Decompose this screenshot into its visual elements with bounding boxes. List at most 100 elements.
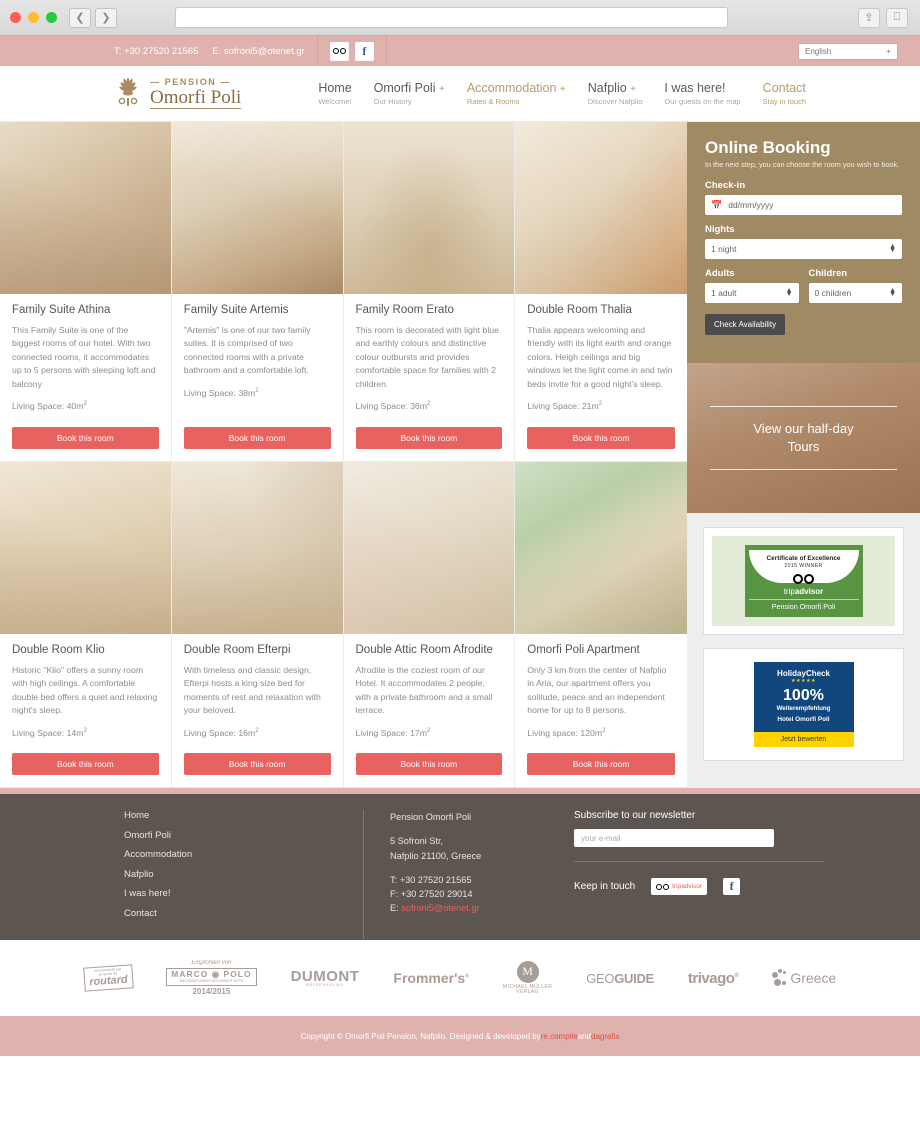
minimize-window-button[interactable] [28, 12, 39, 23]
room-photo [171, 461, 343, 634]
footer-link-contact[interactable]: Contact [124, 908, 343, 919]
award-badges: Certificate of Excellence 2015 WINNER tr… [687, 513, 920, 788]
book-this-room-button[interactable]: Book this room [355, 426, 503, 449]
stepper-icon[interactable]: ▲ ▼ [889, 287, 896, 298]
room-description: Thalia appears welcoming and friendly wi… [527, 325, 673, 389]
url-input[interactable] [175, 7, 728, 28]
chrome-actions[interactable]: ⇪ ⎕ [858, 7, 908, 28]
nav-sub-omorfi-poli: Our History [373, 97, 412, 106]
room-card[interactable]: Double Attic Room Afrodite Afrodite is t… [343, 461, 516, 788]
stepper-icon[interactable]: ▲ ▼ [786, 287, 793, 298]
share-icon[interactable]: ⇪ [858, 7, 880, 28]
book-this-room-button[interactable]: Book this room [527, 752, 675, 775]
dagrafix-link[interactable]: dagrafix [591, 1032, 619, 1041]
room-card[interactable]: Family Suite Athina This Family Suite is… [0, 122, 172, 462]
room-living-space: Living Space: 17m2 [355, 727, 431, 738]
room-card[interactable]: Double Room Klio Historic "Klio" offers … [0, 461, 172, 788]
holidaycheck-review-button[interactable]: Jetzt bewerten [753, 732, 854, 747]
book-this-room-button[interactable]: Book this room [527, 426, 675, 449]
room-description: With timeless and classic design, Efterp… [183, 664, 321, 716]
room-description: Afrodite is the coziest room of our Hote… [355, 664, 493, 716]
footer-link-omorfi-poli[interactable]: Omorfi Poli [124, 830, 343, 841]
navigation-buttons[interactable]: ❮ ❯ [69, 7, 117, 28]
close-window-button[interactable] [10, 12, 21, 23]
room-title: Double Room Efterpi [183, 643, 291, 656]
footer-links-column: Home Omorfi Poli Accommodation Nafplio I… [124, 810, 364, 940]
main-navigation[interactable]: Home Welcome! Omorfi Poli + Our History … [318, 81, 806, 106]
calendar-icon: 📅 [711, 199, 723, 210]
footer-tripadvisor-button[interactable]: tripadvisor [651, 878, 708, 895]
footer-link-accommodation[interactable]: Accommodation [124, 849, 343, 860]
room-title: Double Attic Room Afrodite [355, 643, 493, 656]
room-photo [515, 122, 687, 294]
nights-value: 1 night [711, 244, 737, 254]
nav-item-contact[interactable]: Contact Stay in touch [763, 81, 806, 106]
page-content: Family Suite Athina This Family Suite is… [0, 122, 920, 788]
footer-fax: F: +30 27520 29014 [390, 889, 473, 899]
room-card[interactable]: Double Room Thalia Thalia appears welcom… [515, 122, 687, 462]
book-this-room-button[interactable]: Book this room [12, 426, 159, 449]
room-living-space: Living Space: 16m2 [183, 727, 259, 738]
footer-email-link[interactable]: sofroni5@otenet.gr [401, 903, 479, 913]
language-selector[interactable]: English + [798, 42, 898, 60]
room-card[interactable]: Omorfi Poli Apartment Only 3 km from the… [515, 461, 687, 788]
check-availability-button[interactable]: Check Availability [705, 314, 786, 335]
partner-logo-frommers: Frommer's® [393, 970, 469, 986]
tripadvisor-icon[interactable] [329, 41, 349, 61]
social-links[interactable]: f [318, 36, 387, 66]
nav-item-home[interactable]: Home Welcome! [318, 81, 351, 106]
email-text: E: sofroni5@otenet.gr [212, 45, 305, 57]
nights-label: Nights [705, 224, 735, 235]
recompile-link[interactable]: re.compile [541, 1032, 578, 1041]
footer-facebook-icon[interactable]: f [723, 878, 741, 895]
footer-link-home[interactable]: Home [124, 810, 343, 821]
maximize-window-button[interactable] [46, 12, 57, 23]
nav-item-accommodation[interactable]: Accommodation + Rates & Rooms [467, 81, 566, 106]
site-logo[interactable]: — PENSION — Omorfi Poli [112, 77, 242, 111]
nights-select[interactable]: 1 night ▲ ▼ [705, 239, 902, 259]
logo-name-text: Omorfi Poli [150, 87, 242, 109]
holidaycheck-badge[interactable]: HolidayCheck ★★★★★ 100% Weiterempfehlung… [703, 648, 904, 761]
stepper-icon[interactable]: ▲ ▼ [889, 243, 896, 254]
greece-dots-icon [772, 969, 788, 987]
room-card[interactable]: Family Suite Artemis "Artemis" is one of… [171, 122, 344, 462]
room-grid: Family Suite Athina This Family Suite is… [0, 122, 687, 788]
nav-item-i-was-here[interactable]: I was here! Our guests on the map [664, 81, 740, 106]
nav-item-omorfi-poli[interactable]: Omorfi Poli + Our History [374, 81, 445, 106]
copyright-text: Copyright © Omorfi Poli Pension, Nafplio… [300, 1031, 541, 1041]
partner-logo-greece: Greece [772, 969, 836, 987]
room-title: Omorfi Poli Apartment [527, 643, 640, 656]
tours-line-1: View our half-day [753, 421, 854, 437]
facebook-icon[interactable]: f [354, 41, 374, 61]
footer-tripadvisor-label: tripadvisor [672, 883, 703, 890]
holidaycheck-hotel-name: Hotel Omorfi Poli [777, 716, 830, 723]
room-living-space: Living Space: 21m2 [527, 401, 603, 412]
book-this-room-button[interactable]: Book this room [12, 752, 159, 775]
book-this-room-button[interactable]: Book this room [183, 426, 331, 449]
adults-select[interactable]: 1 adult ▲ ▼ [705, 283, 799, 303]
book-this-room-button[interactable]: Book this room [183, 752, 331, 775]
footer-address-column: Pension Omorfi Poli 5 Sofroni Str, Nafpl… [364, 810, 574, 940]
star-rating-icon: ★★★★★ [791, 678, 816, 684]
nav-item-nafplio[interactable]: Nafplio + Discover Nafplio [588, 81, 643, 106]
room-card[interactable]: Double Room Efterpi With timeless and cl… [171, 461, 344, 788]
room-title: Family Suite Athina [12, 304, 111, 316]
nav-label-accommodation: Accommodation [466, 81, 557, 95]
room-card[interactable]: Family Room Erato This room is decorated… [343, 122, 516, 462]
tabs-icon[interactable]: ⎕ [886, 7, 908, 28]
room-description: Historic "Klio" offers a sunny room with… [12, 664, 158, 716]
footer-link-nafplio[interactable]: Nafplio [124, 869, 343, 880]
room-title: Double Room Thalia [527, 304, 632, 316]
book-this-room-button[interactable]: Book this room [355, 752, 503, 775]
children-select[interactable]: 0 children ▲ ▼ [808, 283, 902, 303]
forward-icon[interactable]: ❯ [95, 7, 117, 28]
checkin-input[interactable]: 📅 dd/mm/yyyy [705, 195, 902, 215]
tours-promo-text: View our half-day Tours [710, 406, 897, 470]
window-controls[interactable] [10, 12, 57, 23]
tours-promo-banner[interactable]: View our half-day Tours [687, 363, 920, 513]
tripadvisor-badge[interactable]: Certificate of Excellence 2015 WINNER tr… [703, 527, 904, 635]
newsletter-email-input[interactable]: your e-mail [574, 829, 774, 847]
back-icon[interactable]: ❮ [69, 7, 91, 28]
webpage: T: +30 27520 21565 E: sofroni5@otenet.gr… [0, 36, 920, 1130]
footer-link-i-was-here[interactable]: I was here! [124, 888, 343, 899]
